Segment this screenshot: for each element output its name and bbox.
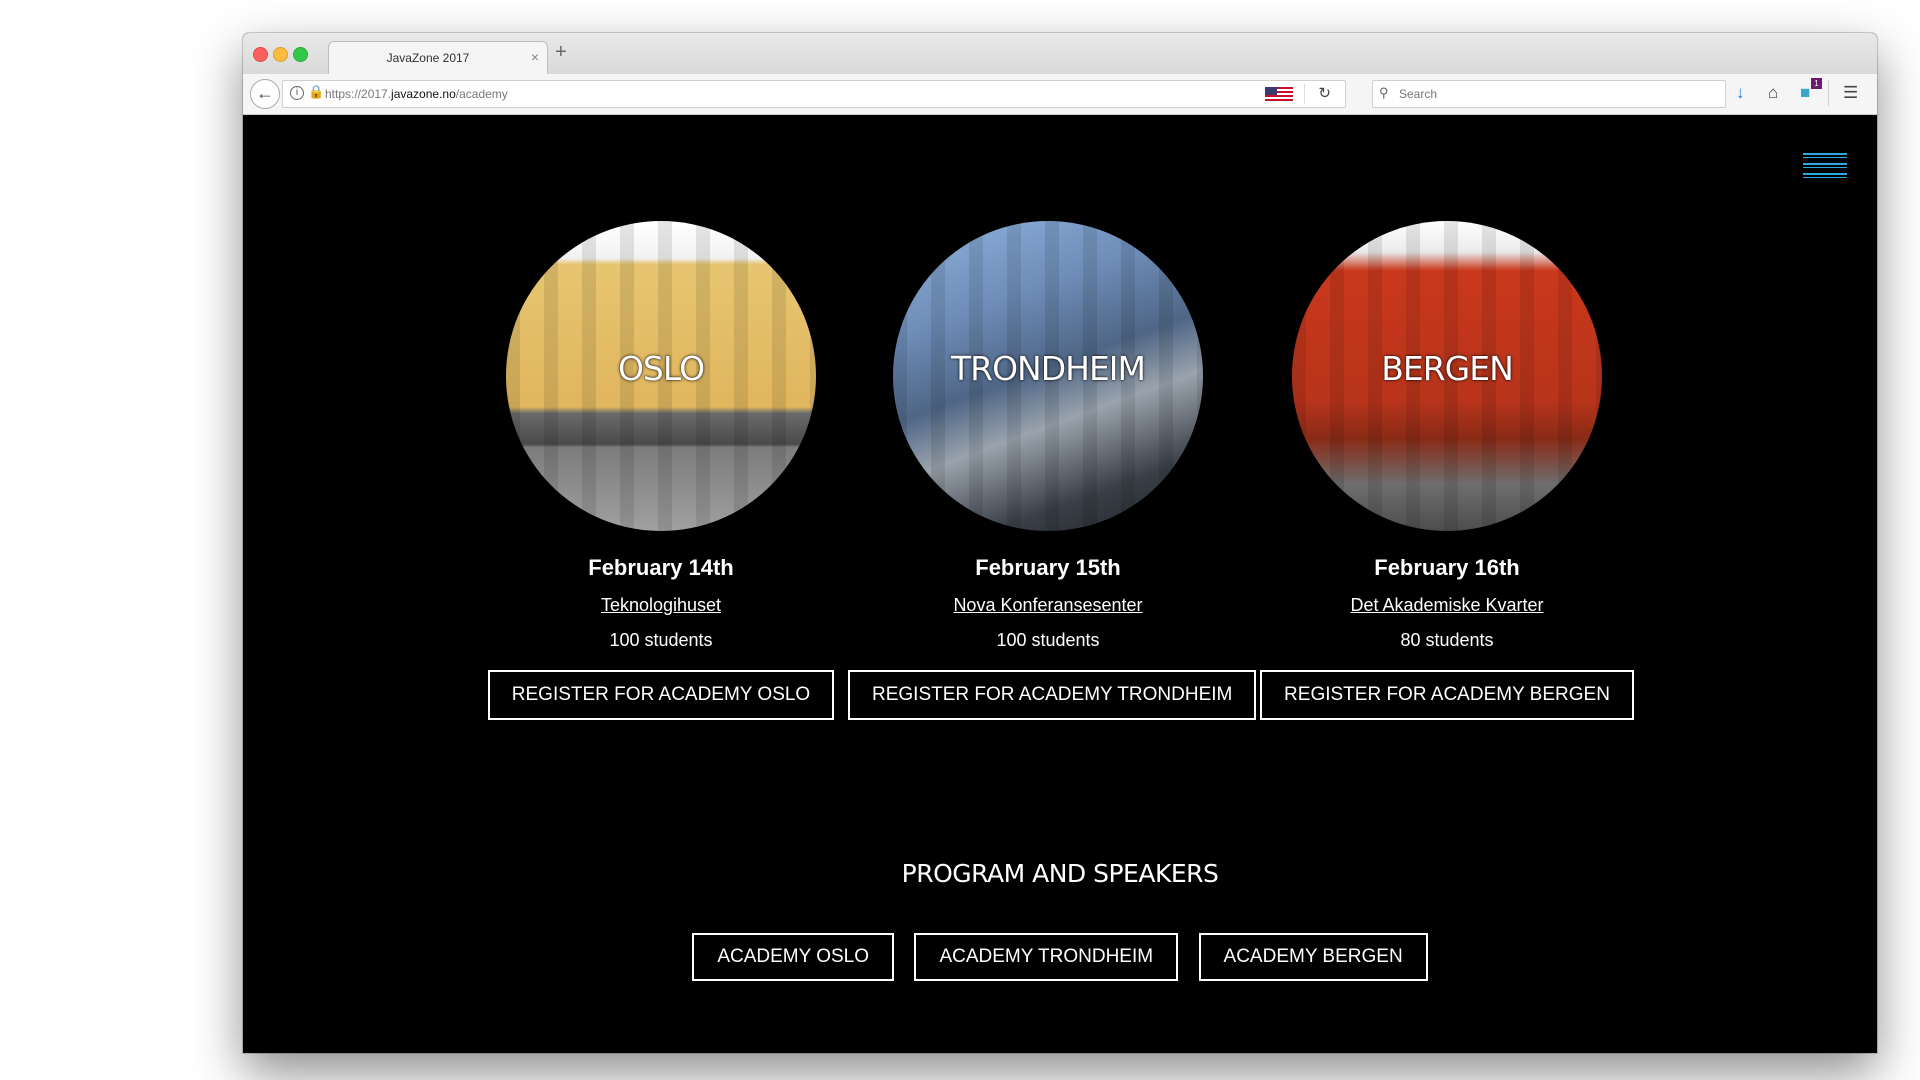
capacity-text: 100 students: [996, 630, 1100, 650]
navigation-toolbar: ← i 🔒 https://2017.javazone.no/academy ↻…: [243, 74, 1877, 115]
capacity-text: 100 students: [609, 630, 713, 650]
download-icon[interactable]: ↓: [1736, 83, 1745, 103]
academy-bergen-button[interactable]: ACADEMY BERGEN: [1198, 933, 1428, 981]
extension-icon[interactable]: ■: [1800, 83, 1810, 103]
city-name: TRONDHEIM: [950, 349, 1146, 388]
info-icon[interactable]: i: [290, 86, 304, 100]
notification-badge: 1: [1811, 78, 1822, 89]
program-heading: PROGRAM AND SPEAKERS: [901, 859, 1219, 888]
oslo-photo: OSLO: [506, 221, 816, 531]
venue-oslo: OSLO February 14th Teknologihuset 100 st…: [461, 221, 861, 720]
page-content: OSLO February 14th Teknologihuset 100 st…: [243, 115, 1877, 1053]
bergen-photo: BERGEN: [1292, 221, 1602, 531]
register-oslo-button[interactable]: REGISTER FOR ACADEMY OSLO: [487, 670, 835, 720]
home-icon[interactable]: ⌂: [1768, 83, 1778, 103]
browser-window: JavaZone 2017 × + ← i 🔒 https://2017.jav…: [243, 33, 1877, 1053]
program-button-row: ACADEMY OSLO ACADEMY TRONDHEIM ACADEMY B…: [243, 933, 1877, 981]
event-date: February 16th: [1374, 555, 1520, 580]
url-host: javazone.no: [391, 87, 456, 101]
event-date: February 14th: [588, 555, 734, 580]
search-input[interactable]: ⚲ Search: [1372, 80, 1726, 108]
venue-bergen: BERGEN February 16th Det Akademiske Kvar…: [1247, 221, 1647, 720]
venue-link[interactable]: Det Akademiske Kvarter: [1350, 595, 1543, 616]
maximize-window-button[interactable]: [293, 47, 308, 62]
tab-close-icon[interactable]: ×: [531, 49, 539, 65]
city-name: BERGEN: [1381, 349, 1514, 388]
register-bergen-button[interactable]: REGISTER FOR ACADEMY BERGEN: [1260, 670, 1634, 720]
tab-title: JavaZone 2017: [386, 51, 470, 65]
back-button[interactable]: ←: [250, 79, 280, 109]
venue-link[interactable]: Nova Konferansesenter: [953, 595, 1142, 616]
register-trondheim-button[interactable]: REGISTER FOR ACADEMY TRONDHEIM: [848, 670, 1257, 720]
capacity-text: 80 students: [1400, 630, 1494, 650]
trondheim-photo: TRONDHEIM: [893, 221, 1203, 531]
search-icon: ⚲: [1379, 85, 1389, 100]
reload-icon[interactable]: ↻: [1318, 84, 1331, 102]
search-placeholder: Search: [1399, 87, 1438, 101]
url-divider: [1304, 84, 1305, 104]
lock-icon: 🔒: [308, 84, 325, 99]
browser-tab[interactable]: JavaZone 2017 ×: [328, 41, 548, 75]
academy-trondheim-button[interactable]: ACADEMY TRONDHEIM: [914, 933, 1179, 981]
close-window-button[interactable]: [253, 47, 268, 62]
toolbar-divider: [1828, 80, 1829, 106]
url-path: /academy: [455, 87, 508, 101]
url-prefix: https://2017.: [325, 87, 392, 101]
hamburger-menu-icon[interactable]: [1803, 153, 1847, 183]
new-tab-button[interactable]: +: [555, 41, 567, 64]
minimize-window-button[interactable]: [273, 47, 288, 62]
us-flag-icon[interactable]: [1265, 87, 1293, 102]
city-name: OSLO: [617, 349, 705, 388]
event-date: February 15th: [975, 555, 1121, 580]
url-text[interactable]: https://2017.javazone.no/academy: [325, 87, 508, 101]
menu-icon[interactable]: ☰: [1843, 83, 1858, 103]
address-bar[interactable]: i 🔒 https://2017.javazone.no/academy ↻: [282, 80, 1346, 108]
tab-strip: JavaZone 2017 × +: [243, 33, 1877, 75]
venue-trondheim: TRONDHEIM February 15th Nova Konferanses…: [848, 221, 1257, 720]
academy-oslo-button[interactable]: ACADEMY OSLO: [692, 933, 895, 981]
venue-link[interactable]: Teknologihuset: [601, 595, 721, 616]
